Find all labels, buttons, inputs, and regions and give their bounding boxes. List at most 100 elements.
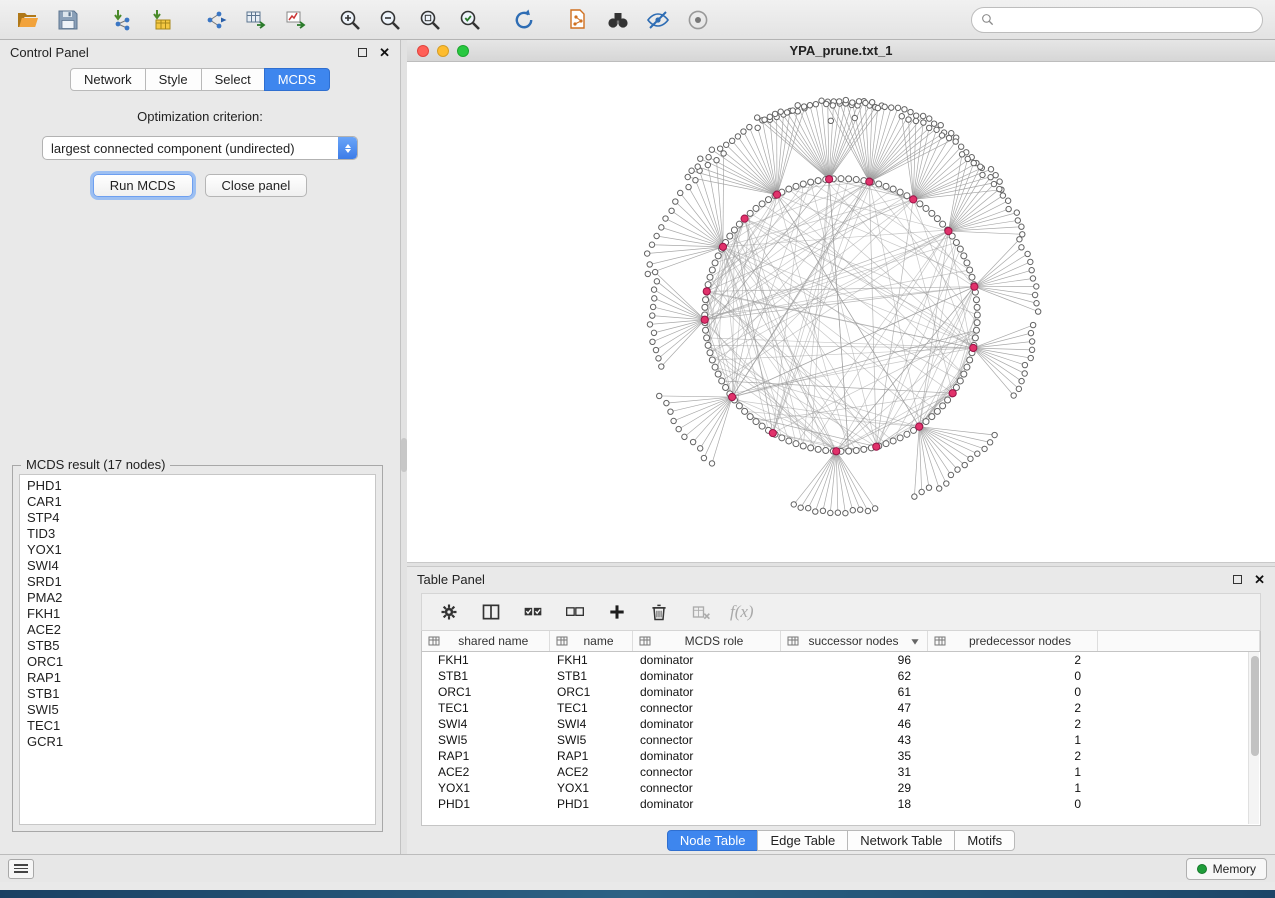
mcds-result-item[interactable]: SRD1 — [20, 574, 375, 590]
mcds-result-item[interactable]: TEC1 — [20, 718, 375, 734]
create-column-button[interactable] — [604, 599, 630, 625]
show-graphics-button[interactable] — [682, 5, 714, 35]
main-area: Control Panel ✕ Network Style Select MCD… — [0, 40, 1275, 854]
function-builder-button: f(x) — [730, 602, 754, 622]
control-panel-header: Control Panel ✕ — [0, 40, 400, 64]
mcds-result-item[interactable]: YOX1 — [20, 542, 375, 558]
refresh-group — [508, 5, 540, 35]
view-group — [562, 5, 714, 35]
tab-style[interactable]: Style — [145, 68, 202, 91]
search-network-button[interactable] — [602, 5, 634, 35]
table-row[interactable]: STB1STB1dominator620 — [422, 668, 1260, 684]
table-row[interactable]: ORC1ORC1dominator610 — [422, 684, 1260, 700]
maximize-window-icon[interactable] — [457, 45, 469, 57]
node-table: shared name name MCDS role successor nod… — [422, 631, 1260, 812]
mcds-result-list[interactable]: PHD1CAR1STP4TID3YOX1SWI4SRD1PMA2FKH1ACE2… — [19, 474, 376, 825]
optimization-criterion-label: Optimization criterion: — [12, 109, 388, 124]
column-type-icon — [934, 635, 946, 647]
col-mcds-role[interactable]: MCDS role — [632, 631, 780, 651]
delete-column-button[interactable] — [646, 599, 672, 625]
show-columns-button[interactable] — [478, 599, 504, 625]
col-shared-name[interactable]: shared name — [422, 631, 549, 651]
tab-motifs[interactable]: Motifs — [954, 830, 1015, 851]
close-panel-icon[interactable]: ✕ — [379, 46, 390, 59]
col-successor-nodes[interactable]: successor nodes — [780, 631, 927, 651]
table-row[interactable]: YOX1YOX1connector291 — [422, 780, 1260, 796]
mcds-result-item[interactable]: STB5 — [20, 638, 375, 654]
mcds-result-item[interactable]: RAP1 — [20, 670, 375, 686]
mcds-result-item[interactable]: STP4 — [20, 510, 375, 526]
table-row[interactable]: RAP1RAP1dominator352 — [422, 748, 1260, 764]
close-panel-button[interactable]: Close panel — [205, 174, 308, 197]
network-canvas[interactable] — [407, 62, 1275, 562]
close-window-icon[interactable] — [417, 45, 429, 57]
table-row[interactable]: SWI4SWI4dominator462 — [422, 716, 1260, 732]
mcds-result-item[interactable]: ACE2 — [20, 622, 375, 638]
zoom-out-button[interactable] — [374, 5, 406, 35]
save-session-button[interactable] — [52, 5, 84, 35]
mcds-result-item[interactable]: STB1 — [20, 686, 375, 702]
eye-icon — [686, 8, 710, 32]
zoom-selected-button[interactable] — [454, 5, 486, 35]
run-mcds-button[interactable]: Run MCDS — [93, 174, 193, 197]
zoom-fit-icon — [418, 8, 442, 32]
export-image-button[interactable] — [280, 5, 312, 35]
table-row[interactable]: TEC1TEC1connector472 — [422, 700, 1260, 716]
export-network-button[interactable] — [200, 5, 232, 35]
col-predecessor-nodes[interactable]: predecessor nodes — [927, 631, 1097, 651]
criterion-dropdown[interactable]: largest connected component (undirected) — [42, 136, 358, 160]
task-history-button[interactable] — [8, 859, 34, 879]
col-name[interactable]: name — [549, 631, 632, 651]
mcds-result-item[interactable]: SWI5 — [20, 702, 375, 718]
tab-network[interactable]: Network — [70, 68, 146, 91]
table-scrollbar[interactable] — [1248, 652, 1259, 824]
tab-network-table[interactable]: Network Table — [847, 830, 955, 851]
zoom-in-button[interactable] — [334, 5, 366, 35]
mcds-result-item[interactable]: CAR1 — [20, 494, 375, 510]
minimize-window-icon[interactable] — [437, 45, 449, 57]
mcds-result-item[interactable]: ORC1 — [20, 654, 375, 670]
import-network-button[interactable] — [106, 5, 138, 35]
toolbar-search[interactable] — [971, 7, 1263, 33]
clone-network-button[interactable] — [562, 5, 594, 35]
app-window: Control Panel ✕ Network Style Select MCD… — [0, 0, 1275, 890]
float-table-panel-icon[interactable] — [1233, 575, 1242, 584]
float-panel-icon[interactable] — [358, 48, 367, 57]
zoom-fit-button[interactable] — [414, 5, 446, 35]
mcds-result-title: MCDS result (17 nodes) — [21, 457, 170, 472]
hide-graphics-button[interactable] — [642, 5, 674, 35]
table-row[interactable]: SWI5SWI5connector431 — [422, 732, 1260, 748]
tab-edge-table[interactable]: Edge Table — [757, 830, 848, 851]
tab-node-table[interactable]: Node Table — [667, 830, 759, 851]
mcds-result-item[interactable]: PMA2 — [20, 590, 375, 606]
table-settings-button[interactable] — [436, 599, 462, 625]
open-file-button[interactable] — [12, 5, 44, 35]
tab-mcds[interactable]: MCDS — [264, 68, 330, 91]
table-scrollbar-thumb[interactable] — [1251, 656, 1259, 756]
table-row[interactable]: PHD1PHD1dominator180 — [422, 796, 1260, 812]
network-canvas-svg — [407, 62, 1275, 562]
tab-select[interactable]: Select — [201, 68, 265, 91]
mcds-result-item[interactable]: FKH1 — [20, 606, 375, 622]
mcds-result-item[interactable]: PHD1 — [20, 478, 375, 494]
table-row[interactable]: FKH1FKH1dominator962 — [422, 651, 1260, 668]
export-image-icon — [284, 8, 308, 32]
apply-layout-button[interactable] — [508, 5, 540, 35]
network-titlebar[interactable]: YPA_prune.txt_1 — [407, 40, 1275, 62]
mcds-result-item[interactable]: SWI4 — [20, 558, 375, 574]
export-table-button[interactable] — [240, 5, 272, 35]
control-panel: Control Panel ✕ Network Style Select MCD… — [0, 40, 401, 854]
table-row[interactable]: ACE2ACE2connector311 — [422, 764, 1260, 780]
memory-button[interactable]: Memory — [1186, 858, 1267, 880]
select-all-button[interactable] — [520, 599, 546, 625]
mcds-tab-content: Optimization criterion: largest connecte… — [0, 91, 400, 197]
mcds-result-item[interactable]: TID3 — [20, 526, 375, 542]
mcds-result-item[interactable]: GCR1 — [20, 734, 375, 750]
sort-chevron-icon[interactable] — [909, 635, 921, 647]
mcds-result-group: MCDS result (17 nodes) PHD1CAR1STP4TID3Y… — [12, 465, 383, 832]
search-input[interactable] — [1000, 13, 1253, 27]
zoom-group — [334, 5, 486, 35]
close-table-panel-icon[interactable]: ✕ — [1254, 573, 1265, 586]
import-table-button[interactable] — [146, 5, 178, 35]
deselect-all-button[interactable] — [562, 599, 588, 625]
